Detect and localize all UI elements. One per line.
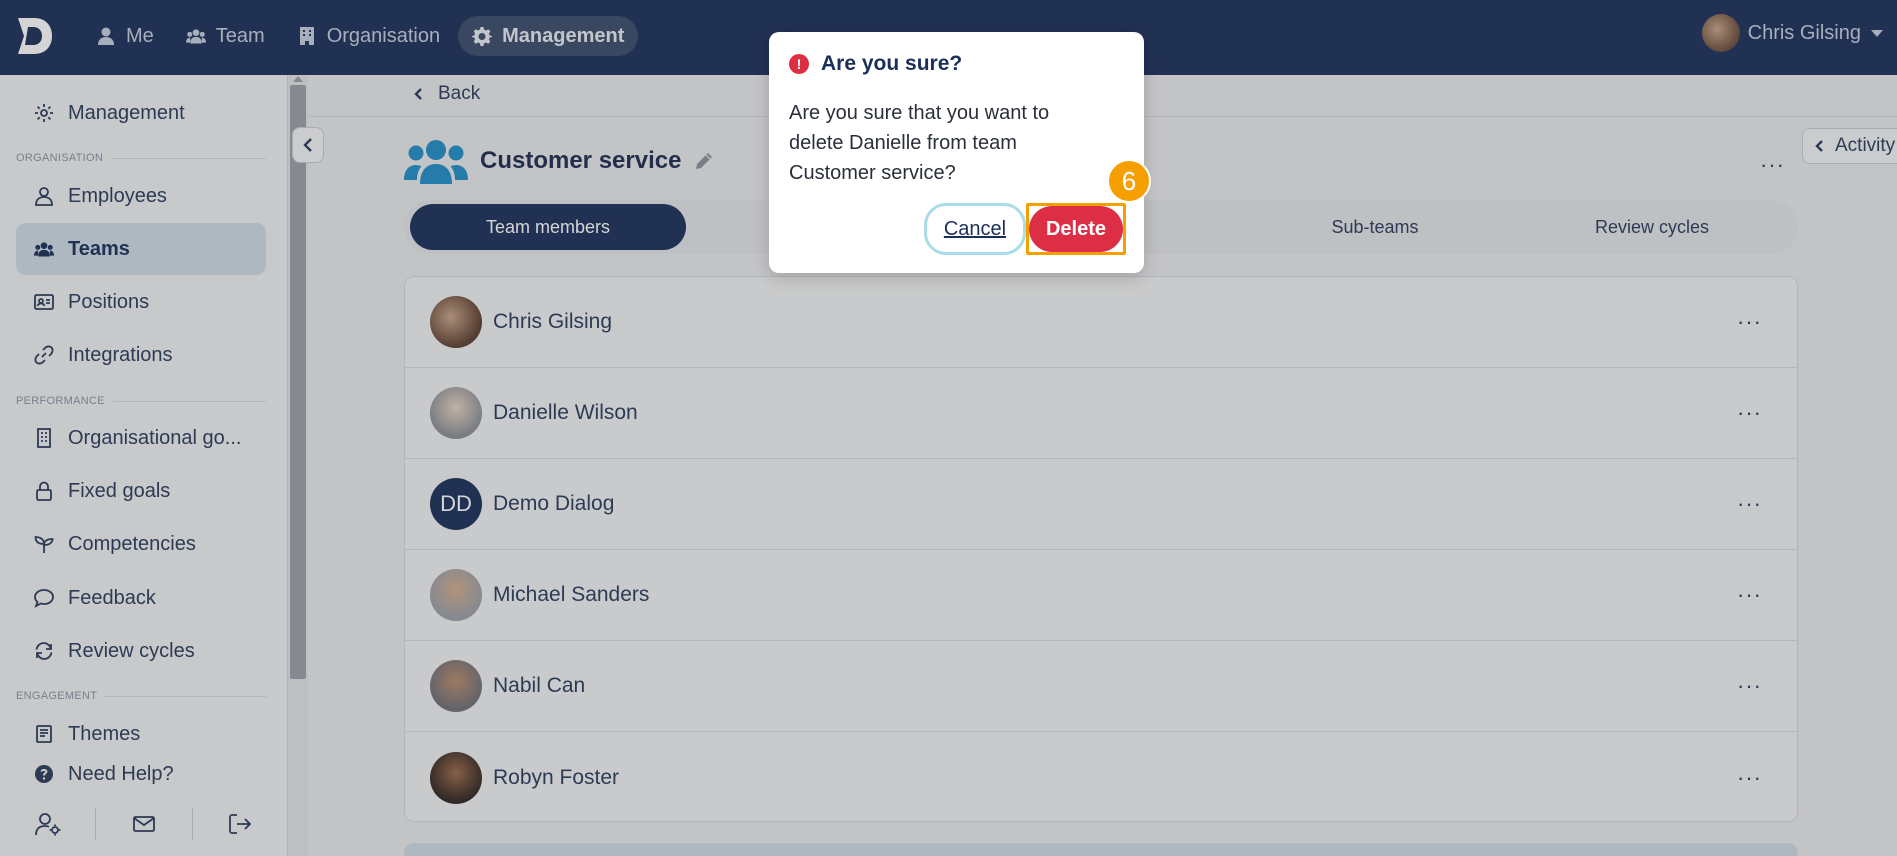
- warning-icon: !: [789, 54, 809, 74]
- dialog-title: ! Are you sure?: [789, 52, 962, 76]
- dialog-title-text: Are you sure?: [821, 52, 963, 75]
- step-highlight-frame: [1026, 203, 1126, 255]
- dialog-message: Are you sure that you want to delete Dan…: [789, 102, 1050, 184]
- cancel-button[interactable]: Cancel: [924, 203, 1026, 255]
- step-number-badge: 6: [1107, 159, 1151, 203]
